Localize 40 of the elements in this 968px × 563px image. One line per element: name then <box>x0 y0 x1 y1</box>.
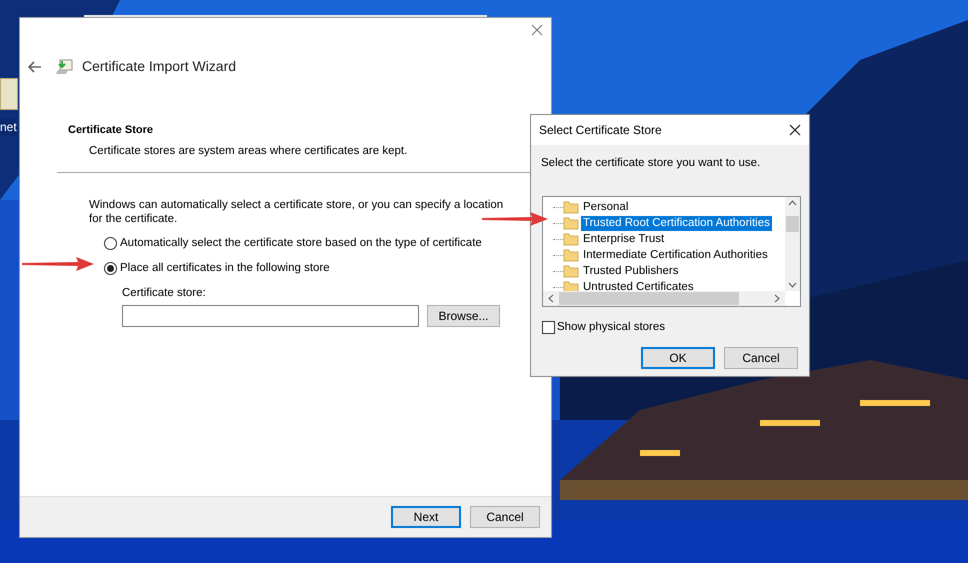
scrollbar-thumb[interactable] <box>559 292 739 306</box>
horizontal-scrollbar[interactable] <box>543 291 785 306</box>
tree-item[interactable]: Untrusted Certificates <box>581 280 696 292</box>
window-title: Certificate Import Wizard <box>82 57 236 76</box>
radio-option[interactable]: Automatically select the certificate store based on the type of certificate <box>104 234 511 252</box>
scroll-down-icon[interactable] <box>788 282 797 288</box>
section-subtitle: Certificate stores are system areas where certificates are kept. <box>88 144 408 158</box>
tree-item[interactable]: Personal <box>581 200 630 215</box>
tree-item[interactable]: Trusted Publishers <box>581 264 680 279</box>
pointer-arrow-icon <box>22 257 94 271</box>
dialog-title: Select Certificate Store <box>539 122 662 139</box>
folder-icon <box>563 248 579 262</box>
radio-option[interactable]: Place all certificates in the following store <box>104 260 511 278</box>
pointer-arrow-icon <box>482 212 548 226</box>
folder-icon <box>563 232 579 246</box>
default-button[interactable]: Next <box>391 506 461 528</box>
desktop-icon-label[interactable]: net <box>0 118 17 136</box>
close-icon[interactable] <box>789 124 801 136</box>
back-arrow-icon[interactable] <box>28 60 42 72</box>
tree-item[interactable]: Trusted Root Certification Authorities <box>581 216 772 231</box>
vertical-scrollbar[interactable] <box>785 197 800 292</box>
checkbox[interactable] <box>542 321 555 334</box>
folder-icon <box>563 264 579 278</box>
certificate-icon <box>56 58 74 76</box>
default-button[interactable]: OK <box>641 346 715 368</box>
scroll-up-icon[interactable] <box>788 200 797 206</box>
description-text: Windows can automatically select a certificate store, or you can specify a location for the certificate. <box>89 198 504 226</box>
radio-button[interactable] <box>104 236 117 250</box>
folder-icon <box>563 216 579 230</box>
radio-button[interactable] <box>104 262 117 276</box>
tree-item[interactable]: Intermediate Certification Authorities <box>581 248 770 263</box>
scrollbar-thumb[interactable] <box>786 216 799 232</box>
dialog-button[interactable]: Cancel <box>724 346 798 368</box>
browse-button[interactable]: Browse... <box>427 304 500 326</box>
checkbox-label[interactable]: Show physical stores <box>557 319 666 336</box>
tree-item[interactable]: Enterprise Trust <box>581 232 666 247</box>
dialog-button[interactable]: Cancel <box>470 506 540 528</box>
certificate-store-field[interactable] <box>122 304 419 326</box>
field-label: Certificate store: <box>122 286 207 302</box>
dialog-prompt: Select the certificate store you want to use. <box>540 156 762 171</box>
